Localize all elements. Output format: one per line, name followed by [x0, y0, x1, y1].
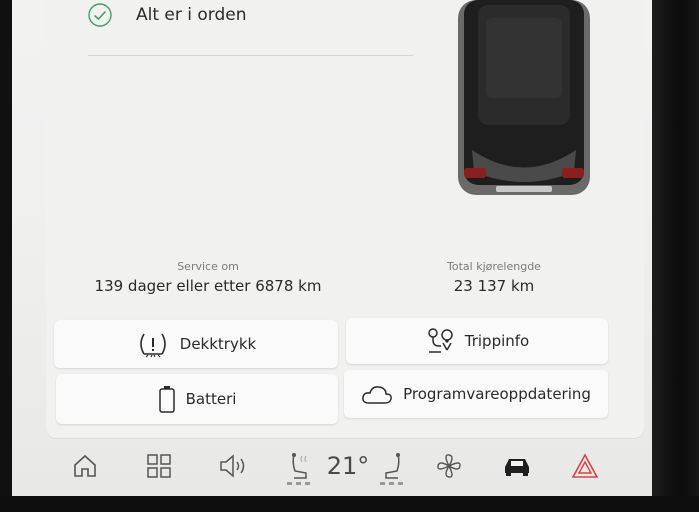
- temperature-control[interactable]: 21°: [326, 448, 370, 484]
- battery-label: Batteri: [185, 390, 237, 408]
- software-update-label: Programvareoppdatering: [403, 385, 591, 403]
- car-button[interactable]: [500, 448, 534, 484]
- car-icon: [505, 459, 529, 476]
- climate-fan-button[interactable]: [432, 448, 466, 484]
- software-update-button[interactable]: Programvareoppdatering: [344, 370, 608, 418]
- divider: [88, 55, 413, 56]
- status-row: Alt er i orden: [88, 0, 247, 30]
- temperature-value: 21°: [326, 452, 370, 480]
- battery-icon: [158, 386, 175, 413]
- driver-heat-level-indicator: [287, 482, 311, 485]
- odometer-info: Total kjørelengde 23 137 km: [424, 260, 564, 295]
- service-info: Service om 139 dager eller etter 6878 km: [78, 260, 338, 295]
- hazard-icon: [571, 453, 599, 478]
- service-value: 139 dager eller etter 6878 km: [94, 277, 322, 295]
- trip-info-label: Trippinfo: [464, 332, 530, 350]
- device-bezel-bottom: [0, 496, 699, 512]
- trip-info-button[interactable]: Trippinfo: [346, 318, 608, 364]
- device-bezel-left: [0, 0, 12, 512]
- hazard-button[interactable]: [568, 448, 602, 484]
- status-text: Alt er i orden: [136, 5, 247, 25]
- seat-heat-passenger-icon: [385, 453, 400, 479]
- tire-pressure-icon: [139, 333, 166, 358]
- volume-button[interactable]: [216, 448, 250, 484]
- apps-grid-icon: [147, 454, 171, 478]
- car-top-view-image: [458, 0, 590, 195]
- cloud-icon: [362, 386, 392, 404]
- home-icon: [74, 454, 96, 477]
- passenger-heat-level-indicator: [380, 482, 404, 485]
- driver-seat-heat-button[interactable]: [284, 448, 314, 484]
- passenger-seat-heat-button[interactable]: [378, 448, 408, 484]
- apps-button[interactable]: [142, 448, 176, 484]
- battery-button[interactable]: Batteri: [56, 374, 338, 424]
- fan-icon: [437, 454, 461, 478]
- device-bezel-right: [652, 0, 699, 512]
- seat-heat-driver-icon: [292, 453, 307, 479]
- check-circle-icon: [88, 3, 112, 27]
- screen: Alt er i orden Service om 139 dager elle…: [12, 0, 652, 496]
- tire-pressure-button[interactable]: Dekktrykk: [54, 320, 338, 368]
- odometer-label: Total kjørelengde: [447, 260, 541, 273]
- tire-pressure-label: Dekktrykk: [179, 335, 257, 353]
- home-button[interactable]: [68, 448, 102, 484]
- volume-icon: [220, 454, 245, 478]
- service-label: Service om: [177, 260, 239, 273]
- bottom-dock: 21°: [12, 438, 652, 496]
- odometer-value: 23 137 km: [453, 277, 535, 295]
- route-icon: [428, 328, 453, 353]
